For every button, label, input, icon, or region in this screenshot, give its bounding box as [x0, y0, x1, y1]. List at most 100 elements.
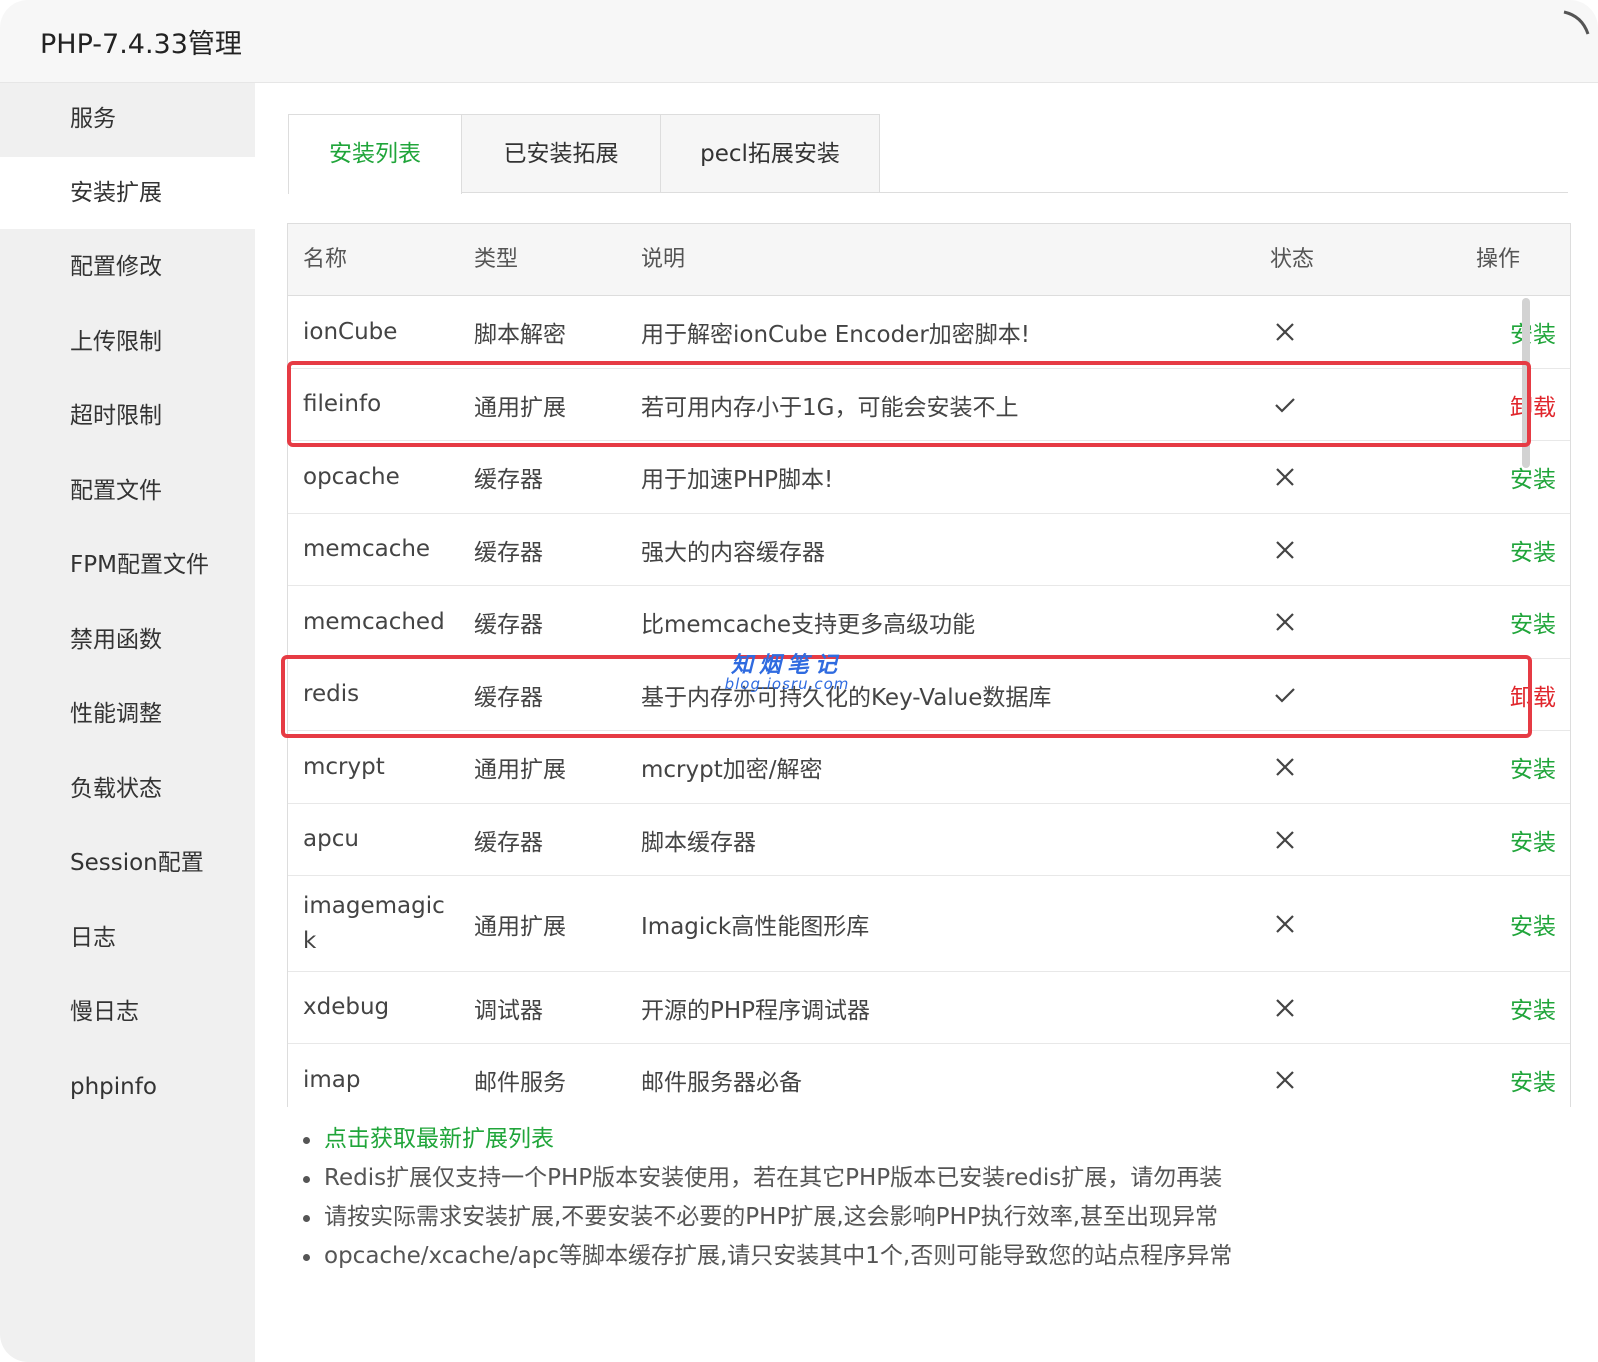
extension-name-text: fileinfo	[303, 391, 382, 417]
extension-desc: 脚本缓存器	[641, 829, 756, 856]
extension-desc: 用于解密ionCube Encoder加密脚本!	[641, 322, 1030, 348]
extension-action: 安装	[1456, 731, 1556, 803]
extension-status	[1270, 876, 1300, 971]
php-manager-window: PHP-7.4.33管理 服务 安装扩展 配置修改 上传限制 超时限制 配置文件 FPM配置…	[0, 0, 1598, 1362]
extension-name: apcu	[303, 804, 453, 875]
install-button[interactable]: 安装	[1510, 991, 1556, 1025]
extension-action: 安装	[1456, 972, 1556, 1043]
extension-desc: 用于加速PHP脚本!	[641, 467, 834, 493]
extension-type: 缓存器	[474, 467, 543, 493]
install-button[interactable]: 安装	[1510, 1063, 1556, 1097]
extension-name-text: imap	[303, 1066, 361, 1093]
cross-icon	[1276, 830, 1294, 849]
extension-action: 安装	[1456, 1044, 1556, 1107]
refresh-extension-list-link[interactable]: 点击获取最新扩展列表	[300, 1120, 1550, 1159]
extension-name: memcache	[303, 514, 453, 585]
extension-desc: mcrypt加密/解密	[641, 757, 823, 783]
sidebar-item-3[interactable]: 上传限制	[0, 306, 255, 378]
extension-name-text: xdebug	[303, 994, 390, 1020]
install-button[interactable]: 安装	[1510, 605, 1556, 639]
extension-status	[1270, 972, 1300, 1043]
title-bar: PHP-7.4.33管理	[0, 0, 1598, 83]
install-button[interactable]: 安装	[1510, 533, 1556, 567]
sidebar-item-12[interactable]: 慢日志	[0, 976, 255, 1048]
tab-2[interactable]: pecl拓展安装	[660, 114, 880, 192]
extension-name: redis	[303, 659, 453, 730]
table-row: memcached 缓存器 比memcache支持更多高级功能 安装	[288, 586, 1570, 659]
table-row: opcache 缓存器 用于加速PHP脚本! 安装	[288, 441, 1570, 514]
sidebar-item-0[interactable]: 服务	[0, 83, 255, 155]
extension-type: 缓存器	[474, 612, 543, 638]
extension-desc: 强大的内容缓存器	[641, 539, 825, 566]
header-status: 状态	[1270, 247, 1315, 272]
sidebar-item-9[interactable]: 负载状态	[0, 753, 255, 825]
sidebar-item-7[interactable]: 禁用函数	[0, 604, 255, 676]
notes-list: 点击获取最新扩展列表 Redis扩展仅支持一个PHP版本安装使用，若在其它PHP版…	[300, 1120, 1550, 1276]
extension-name-text: opcache	[303, 463, 400, 490]
cross-icon	[1276, 468, 1294, 486]
extension-desc: Imagick高性能图形库	[641, 913, 870, 940]
tab-bar: 安装列表 已安装拓展 pecl拓展安装	[288, 114, 1568, 194]
table-row: memcache 缓存器 强大的内容缓存器 安装	[288, 514, 1570, 586]
extension-type: 脚本解密	[474, 322, 566, 348]
sidebar-item-10[interactable]: Session配置	[0, 827, 255, 899]
extension-name-text: redis	[303, 681, 360, 707]
sidebar-item-8[interactable]: 性能调整	[0, 678, 255, 750]
table-scrollbar[interactable]	[1522, 298, 1530, 468]
extension-name: mcrypt	[303, 731, 453, 803]
extension-status	[1270, 659, 1300, 730]
sidebar-item-6[interactable]: FPM配置文件	[0, 529, 255, 601]
extension-status	[1270, 369, 1300, 440]
install-button[interactable]: 安装	[1510, 907, 1556, 941]
extension-name: xdebug	[303, 972, 453, 1043]
table-row: apcu 缓存器 脚本缓存器 安装	[288, 804, 1570, 876]
sidebar-item-5[interactable]: 配置文件	[0, 455, 255, 527]
header-desc: 说明	[641, 247, 686, 272]
sidebar-item-11[interactable]: 日志	[0, 902, 255, 974]
extension-status	[1270, 441, 1300, 513]
install-button[interactable]: 安装	[1510, 750, 1556, 784]
extension-status	[1270, 1044, 1300, 1107]
extension-action: 安装	[1456, 804, 1556, 875]
table-row: ionCube 脚本解密 用于解密ionCube Encoder加密脚本! 安装	[288, 296, 1570, 369]
table-row: fileinfo 通用扩展 若可用内存小于1G，可能会安装不上 卸载	[288, 369, 1570, 441]
sidebar-item-13[interactable]: phpinfo	[0, 1051, 255, 1123]
extension-type: 缓存器	[474, 684, 543, 711]
cross-icon	[1276, 540, 1294, 559]
extension-name: memcached	[303, 586, 453, 658]
extension-type: 缓存器	[474, 829, 543, 856]
note-item: Redis扩展仅支持一个PHP版本安装使用，若在其它PHP版本已安装redis扩…	[300, 1159, 1550, 1198]
extension-type: 缓存器	[474, 539, 543, 566]
extension-action: 安装	[1456, 514, 1556, 585]
cross-icon	[1276, 1071, 1294, 1089]
install-button[interactable]: 安装	[1510, 823, 1556, 857]
tab-0[interactable]: 安装列表	[288, 114, 462, 194]
window-title: PHP-7.4.33管理	[40, 29, 242, 60]
extension-status	[1270, 296, 1300, 368]
cross-icon	[1276, 914, 1294, 933]
extension-table: 名称 类型 说明 状态 操作 ionCube 脚本解密 用于解密ionCube Encode…	[287, 223, 1571, 1107]
uninstall-button[interactable]: 卸载	[1510, 388, 1556, 422]
extension-type: 通用扩展	[474, 394, 566, 421]
uninstall-button[interactable]: 卸载	[1510, 678, 1556, 712]
extension-desc: 若可用内存小于1G，可能会安装不上	[641, 394, 1019, 421]
header-op: 操作	[1476, 247, 1521, 272]
sidebar-item-2[interactable]: 配置修改	[0, 231, 255, 303]
sidebar-item-1[interactable]: 安装扩展	[0, 157, 255, 229]
cross-icon	[1276, 613, 1294, 631]
extension-name: imagemagick	[303, 876, 453, 971]
cross-icon	[1276, 323, 1294, 341]
extension-status	[1270, 731, 1300, 803]
tab-1[interactable]: 已安装拓展	[461, 114, 661, 192]
extension-action: 安装	[1456, 441, 1556, 513]
table-row: mcrypt 通用扩展 mcrypt加密/解密 安装	[288, 731, 1570, 804]
sidebar-item-4[interactable]: 超时限制	[0, 380, 255, 452]
extension-desc: 比memcache支持更多高级功能	[641, 612, 976, 638]
cross-icon	[1276, 758, 1294, 776]
extension-action: 安装	[1456, 876, 1556, 971]
install-button[interactable]: 安装	[1510, 460, 1556, 494]
close-icon[interactable]	[1552, 6, 1592, 46]
check-icon	[1275, 687, 1295, 703]
note-item: 请按实际需求安装扩展,不要安装不必要的PHP扩展,这会影响PHP执行效率,甚至出…	[300, 1198, 1550, 1237]
install-button[interactable]: 安装	[1510, 315, 1556, 349]
